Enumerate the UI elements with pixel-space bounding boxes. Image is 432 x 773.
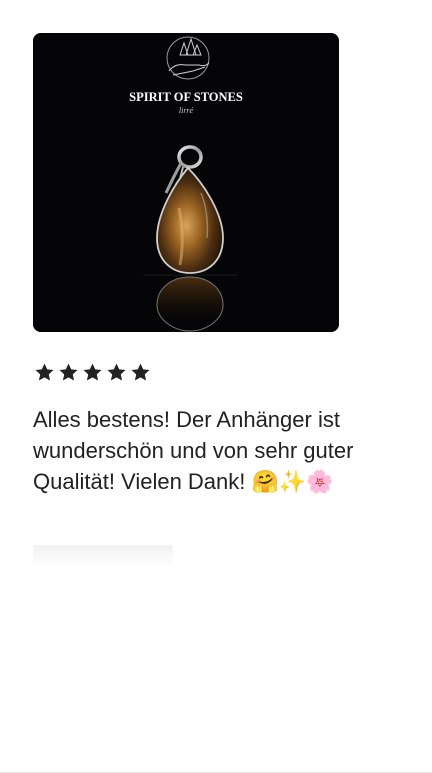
rating-stars	[34, 362, 151, 386]
star-icon	[107, 363, 126, 381]
review-text: Alles bestens! Der Anhänger ist wundersc…	[33, 407, 354, 494]
star-icon	[83, 363, 102, 381]
brand-name: SPIRIT OF STONES	[129, 90, 243, 104]
star-icon	[131, 363, 150, 381]
star-icon	[35, 363, 54, 381]
star-icon	[59, 363, 78, 381]
review-card: SPIRIT OF STONES lirré Alles bestens! De…	[0, 0, 432, 773]
faded-reviewer-line	[33, 545, 173, 567]
review-photo[interactable]: SPIRIT OF STONES lirré	[33, 33, 339, 332]
pendant-image: SPIRIT OF STONES lirré	[33, 33, 339, 332]
brand-sub: lirré	[179, 106, 194, 115]
